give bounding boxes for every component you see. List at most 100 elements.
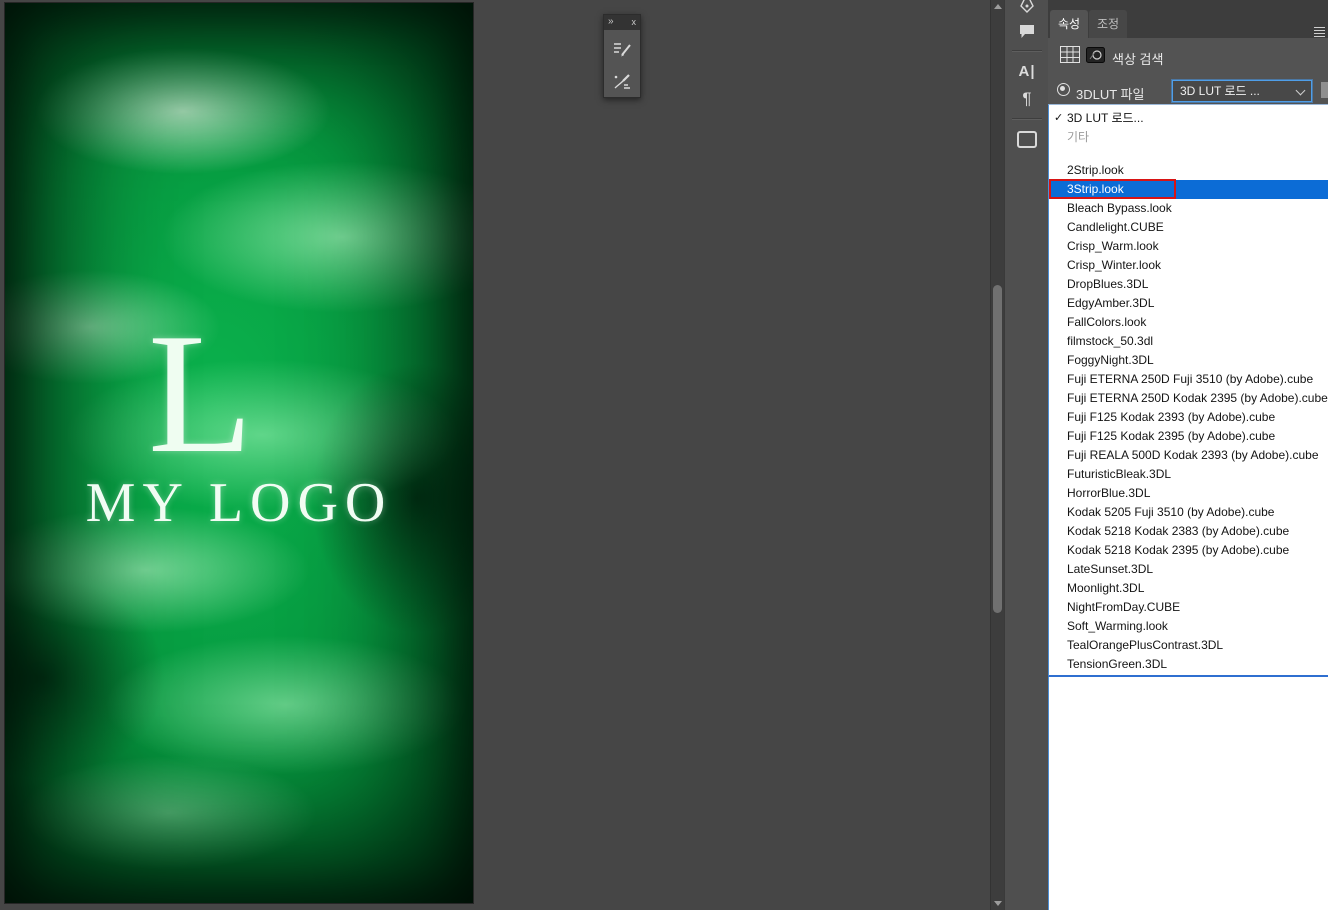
lut-file-option[interactable]: LateSunset.3DL [1049,560,1328,579]
artboard-panel-button[interactable] [1005,126,1049,152]
lut-file-label: Fuji F125 Kodak 2393 (by Adobe).cube [1067,410,1276,424]
lut-file-option[interactable]: Kodak 5218 Kodak 2383 (by Adobe).cube [1049,522,1328,541]
canvas-vertical-scrollbar[interactable] [990,0,1004,910]
lut-dropdown: ✓ 3D LUT 로드... 기타 2Strip.look 3Strip.loo… [1048,104,1328,677]
lut-file-label: FuturisticBleak.3DL [1067,467,1172,481]
character-panel-button[interactable]: A| [1005,58,1049,84]
lut-file-option[interactable]: Soft_Warming.look [1049,617,1328,636]
lut-file-label: FallColors.look [1067,315,1147,329]
lut-file-label: Kodak 5205 Fuji 3510 (by Adobe).cube [1067,505,1275,519]
lut-file-option[interactable]: Moonlight.3DL [1049,579,1328,598]
lut-file-label: EdgyAmber.3DL [1067,296,1155,310]
lut-file-option[interactable]: DropBlues.3DL [1049,275,1328,294]
lut-file-option[interactable]: Fuji REALA 500D Kodak 2393 (by Adobe).cu… [1049,446,1328,465]
lut-file-label: NightFromDay.CUBE [1067,600,1181,614]
lut-option-other[interactable]: 기타 [1049,128,1328,147]
lut-file-option[interactable]: TealOrangePlusContrast.3DL [1049,636,1328,655]
lut-file-option[interactable]: TensionGreen.3DL [1049,655,1328,674]
floating-toolbar: » x [603,14,641,98]
lut-file-option[interactable]: Kodak 5205 Fuji 3510 (by Adobe).cube [1049,503,1328,522]
dock-divider [1012,50,1042,52]
radio-dot-icon [1060,86,1065,91]
lut-file-label: TensionGreen.3DL [1067,657,1168,671]
lut-file-label: 2Strip.look [1067,163,1124,177]
lut-file-option[interactable]: HorrorBlue.3DL [1049,484,1328,503]
lut-file-label: Soft_Warming.look [1067,619,1168,633]
floating-toolbar-header: » x [604,15,640,30]
comments-panel-button[interactable] [1005,18,1049,44]
tab-adjustments[interactable]: 조정 [1089,10,1127,38]
lut-file-option[interactable]: Crisp_Warm.look [1049,237,1328,256]
lut-file-option[interactable]: EdgyAmber.3DL [1049,294,1328,313]
panel-empty-area [1048,677,1328,910]
lut-option-load[interactable]: ✓ 3D LUT 로드... [1049,109,1328,128]
panel-dock-strip: A| ¶ [1004,0,1048,910]
logo-text: MY LOGO [85,472,393,534]
clipped-control-fragment [1321,82,1328,98]
document-canvas: L MY LOGO [5,3,473,903]
floating-toolbar-body [604,30,640,93]
lut-option-label: 3D LUT 로드... [1067,111,1144,125]
chevron-down-icon [1295,85,1306,96]
lut-file-option[interactable]: Kodak 5218 Kodak 2395 (by Adobe).cube [1049,541,1328,560]
lut-file-label: TealOrangePlusContrast.3DL [1067,638,1224,652]
artboard-icon [1017,130,1037,148]
lut-file-label: Fuji F125 Kodak 2395 (by Adobe).cube [1067,429,1276,443]
lut-file-option[interactable]: Fuji ETERNA 250D Fuji 3510 (by Adobe).cu… [1049,370,1328,389]
lut-file-option[interactable]: Fuji ETERNA 250D Kodak 2395 (by Adobe).c… [1049,389,1328,408]
brush-settings-icon [614,43,631,57]
pen-panel-button[interactable] [1005,0,1049,16]
lut-file-label: FoggyNight.3DL [1067,353,1154,367]
panel-tab-bar: 속성 조정 [1048,0,1328,38]
close-panel-button[interactable]: x [632,15,637,29]
lut-file-label: Crisp_Warm.look [1067,239,1159,253]
paragraph-panel-button[interactable]: ¶ [1005,86,1049,112]
annotation-red-box [1049,179,1176,199]
lut-file-option[interactable]: FallColors.look [1049,313,1328,332]
lut-file-option[interactable]: filmstock_50.3dl [1049,332,1328,351]
logo-letter: L [147,299,254,489]
canvas-area: L MY LOGO » x [0,0,1004,910]
lut-file-option[interactable]: FoggyNight.3DL [1049,351,1328,370]
lut-file-option[interactable]: NightFromDay.CUBE [1049,598,1328,617]
lut-option-label: 기타 [1067,130,1090,144]
lut-file-option[interactable]: Candlelight.CUBE [1049,218,1328,237]
brush-settings-button[interactable] [609,39,635,61]
lut-file-option[interactable]: Crisp_Winter.look [1049,256,1328,275]
brush-presets-icon [614,74,630,89]
lut-field-label: 3DLUT 파일 [1076,87,1145,102]
properties-panel: 속성 조정 색상 검색 3DLUT 파일 3D LUT 로드 ... ✓ 3D … [1048,0,1328,910]
panel-menu-icon[interactable] [1314,27,1325,38]
lut-file-option[interactable]: 3Strip.look [1049,179,1328,199]
paragraph-icon: ¶ [1022,89,1032,108]
scroll-up-arrow-icon[interactable] [994,4,1002,9]
photoshop-window: L MY LOGO » x A| ¶ 속성 조정 색상 검색 3DLUT 파일 … [0,0,1328,910]
dock-divider [1012,118,1042,120]
lut-file-label: filmstock_50.3dl [1067,334,1154,348]
lut-file-label: Fuji ETERNA 250D Fuji 3510 (by Adobe).cu… [1067,372,1314,386]
lut-radio-button[interactable] [1057,83,1070,96]
lut-file-label: Moonlight.3DL [1067,581,1145,595]
lut-file-label: Kodak 5218 Kodak 2395 (by Adobe).cube [1067,543,1290,557]
character-icon: A| [1018,62,1036,80]
lut-file-label: Candlelight.CUBE [1067,220,1164,234]
scroll-down-arrow-icon[interactable] [994,901,1002,906]
scrollbar-thumb[interactable] [993,285,1002,613]
tab-properties[interactable]: 속성 [1050,10,1088,38]
lut-file-select[interactable]: 3D LUT 로드 ... [1172,80,1312,102]
lut-file-label: HorrorBlue.3DL [1067,486,1151,500]
color-lookup-thumbnail-icon [1086,47,1105,68]
lut-file-option[interactable]: Fuji F125 Kodak 2395 (by Adobe).cube [1049,427,1328,446]
lut-file-label: LateSunset.3DL [1067,562,1154,576]
lut-file-label: Fuji ETERNA 250D Kodak 2395 (by Adobe).c… [1067,391,1328,405]
lut-file-option[interactable]: Bleach Bypass.look [1049,199,1328,218]
lut-file-list: 2Strip.look 3Strip.look Bleach Bypass.lo… [1049,161,1328,674]
brush-presets-button[interactable] [609,71,635,93]
lut-file-option[interactable]: Fuji F125 Kodak 2393 (by Adobe).cube [1049,408,1328,427]
grid-icon [1060,46,1080,68]
lut-file-label: Bleach Bypass.look [1067,201,1172,215]
lut-file-option[interactable]: FuturisticBleak.3DL [1049,465,1328,484]
panel-title: 색상 검색 [1112,52,1164,67]
collapse-panel-button[interactable]: » [608,15,614,29]
lut-file-option[interactable]: 2Strip.look [1049,161,1328,180]
